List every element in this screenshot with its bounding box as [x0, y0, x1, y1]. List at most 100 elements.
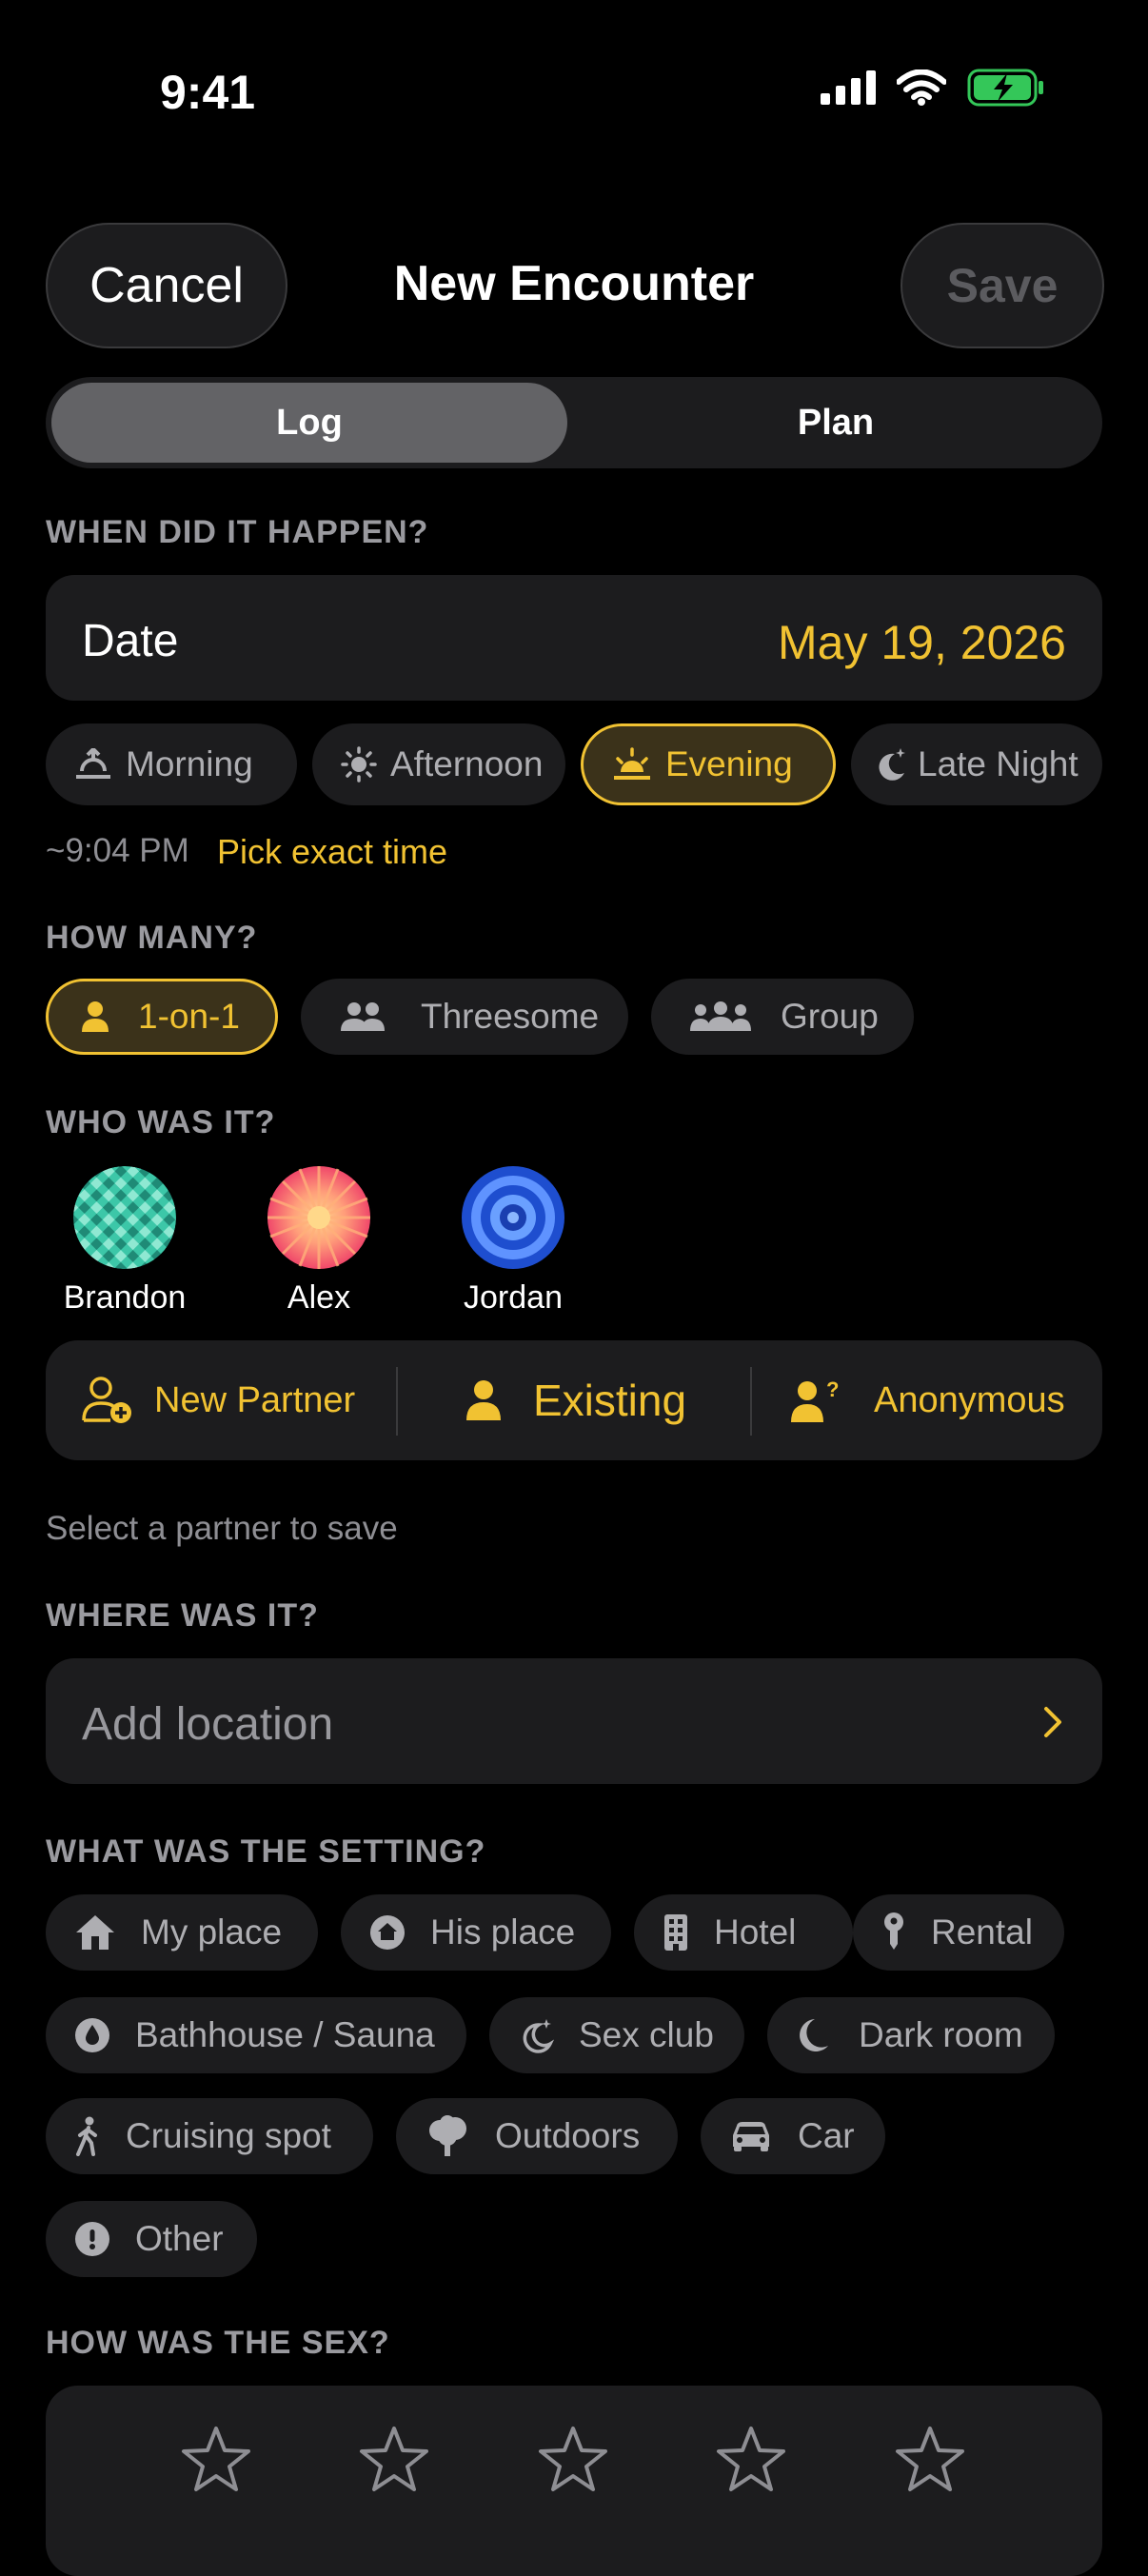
time-chip-afternoon[interactable]: Afternoon — [312, 723, 565, 805]
time-chip-label: Late Night — [918, 744, 1079, 783]
setting-chip-label: My place — [141, 1912, 283, 1952]
avatar — [267, 1166, 370, 1269]
setting-chip-label: Sex club — [579, 2015, 714, 2054]
star-icon[interactable] — [895, 2426, 965, 2492]
approx-time: ~9:04 PM — [46, 832, 189, 869]
three-people-icon — [690, 1001, 751, 1031]
date-label: Date — [82, 616, 179, 666]
add-location-placeholder: Add location — [82, 1699, 334, 1750]
person-icon — [82, 1001, 109, 1032]
time-chip-label: Morning — [126, 744, 253, 783]
setting-section-label: WHAT WAS THE SETTING? — [46, 1833, 486, 1870]
partner-avatar-alex[interactable] — [267, 1165, 371, 1275]
new-partner-label: New Partner — [154, 1379, 356, 1420]
when-section-label: WHEN DID IT HAPPEN? — [46, 514, 429, 550]
sunset-icon — [614, 747, 650, 780]
tab-log[interactable]: Log — [51, 383, 567, 463]
setting-chip-dark-room[interactable]: Dark room — [767, 1997, 1055, 2073]
setting-chip-bathhouse[interactable]: Bathhouse / Sauna — [46, 1997, 466, 2073]
two-people-icon — [341, 1002, 385, 1031]
count-chip-label: Threesome — [421, 997, 600, 1036]
setting-chip-his-place[interactable]: His place — [341, 1894, 611, 1971]
info-circle-icon — [75, 2222, 109, 2256]
segment-divider — [750, 1367, 752, 1436]
tree-icon — [429, 2115, 466, 2156]
anonymous-partner-button[interactable]: ? Anonymous — [790, 1340, 1065, 1460]
setting-chip-label: Cruising spot — [126, 2116, 331, 2155]
count-chip-threesome[interactable]: Threesome — [301, 979, 628, 1055]
moon-icon — [800, 2019, 828, 2051]
wifi-icon — [897, 69, 946, 106]
walking-figure-icon — [76, 2116, 97, 2156]
star-icon[interactable] — [716, 2426, 786, 2492]
anonymous-partner-label: Anonymous — [874, 1379, 1065, 1420]
setting-chip-cruising-spot[interactable]: Cruising spot — [46, 2098, 373, 2174]
setting-chip-hotel[interactable]: Hotel — [634, 1894, 853, 1971]
star-icon[interactable] — [538, 2426, 608, 2492]
person-question-icon: ? — [791, 1377, 839, 1422]
cellular-signal-icon — [821, 70, 876, 105]
setting-chip-my-place[interactable]: My place — [46, 1894, 318, 1971]
pick-exact-time-link[interactable]: Pick exact time — [217, 832, 447, 872]
person-icon — [466, 1380, 501, 1420]
avatar — [73, 1166, 176, 1269]
house-circle-icon — [370, 1915, 405, 1950]
count-chip-label: Group — [781, 997, 879, 1036]
setting-chip-sex-club[interactable]: Sex club — [489, 1997, 744, 2073]
svg-text:?: ? — [826, 1377, 839, 1401]
new-partner-button[interactable]: New Partner — [82, 1340, 355, 1460]
count-chip-1on1[interactable]: 1-on-1 — [46, 979, 278, 1055]
battery-charging-icon — [967, 69, 1043, 107]
time-chip-late-night[interactable]: Late Night — [851, 723, 1102, 805]
house-icon — [76, 1915, 114, 1950]
setting-chip-label: Outdoors — [495, 2116, 641, 2155]
chevron-right-icon — [1044, 1707, 1061, 1737]
date-value[interactable]: May 19, 2026 — [778, 615, 1066, 670]
time-chip-evening[interactable]: Evening — [581, 723, 836, 805]
avatar — [462, 1166, 564, 1269]
status-time: 9:41 — [160, 66, 256, 119]
partner-name: Jordan — [464, 1279, 563, 1316]
moon-stars-icon — [879, 748, 905, 781]
setting-chip-label: Car — [798, 2116, 855, 2155]
save-button[interactable]: Save — [901, 223, 1104, 348]
count-chip-group[interactable]: Group — [651, 979, 914, 1055]
setting-chip-label: Other — [135, 2219, 224, 2258]
count-chip-label: 1-on-1 — [138, 997, 240, 1036]
partner-avatar-jordan[interactable] — [461, 1165, 565, 1275]
tab-plan[interactable]: Plan — [571, 383, 1100, 463]
car-icon — [733, 2122, 769, 2151]
partner-name: Alex — [287, 1279, 351, 1316]
star-icon[interactable] — [181, 2426, 251, 2492]
rating-section-label: HOW WAS THE SEX? — [46, 2325, 390, 2361]
partner-hint: Select a partner to save — [46, 1510, 398, 1547]
time-chip-morning[interactable]: Morning — [46, 723, 297, 805]
existing-partner-label: Existing — [533, 1376, 687, 1425]
time-chip-label: Evening — [665, 744, 793, 783]
partner-avatar-brandon[interactable] — [72, 1165, 177, 1275]
setting-chip-label: Hotel — [714, 1912, 797, 1952]
setting-chip-car[interactable]: Car — [701, 2098, 885, 2174]
building-icon — [664, 1914, 687, 1951]
setting-chip-rental[interactable]: Rental — [853, 1894, 1064, 1971]
moon-stars-icon — [523, 2019, 554, 2053]
setting-chip-label: Dark room — [859, 2015, 1023, 2054]
how-many-section-label: HOW MANY? — [46, 920, 258, 956]
drop-circle-icon — [75, 2018, 109, 2052]
time-chip-label: Afternoon — [390, 744, 544, 783]
segment-divider — [396, 1367, 398, 1436]
key-icon — [884, 1912, 903, 1950]
person-add-icon — [82, 1377, 131, 1423]
where-section-label: WHERE WAS IT? — [46, 1597, 319, 1634]
existing-partner-button[interactable]: Existing — [465, 1340, 686, 1460]
sun-icon — [341, 746, 377, 783]
setting-chip-other[interactable]: Other — [46, 2201, 257, 2277]
star-icon[interactable] — [359, 2426, 429, 2492]
setting-chip-outdoors[interactable]: Outdoors — [396, 2098, 678, 2174]
sunrise-icon — [76, 748, 110, 779]
setting-chip-label: Bathhouse / Sauna — [135, 2015, 435, 2054]
setting-chip-label: His place — [430, 1912, 576, 1952]
partner-name: Brandon — [63, 1279, 187, 1316]
status-icons — [821, 69, 1045, 107]
who-section-label: WHO WAS IT? — [46, 1104, 276, 1140]
